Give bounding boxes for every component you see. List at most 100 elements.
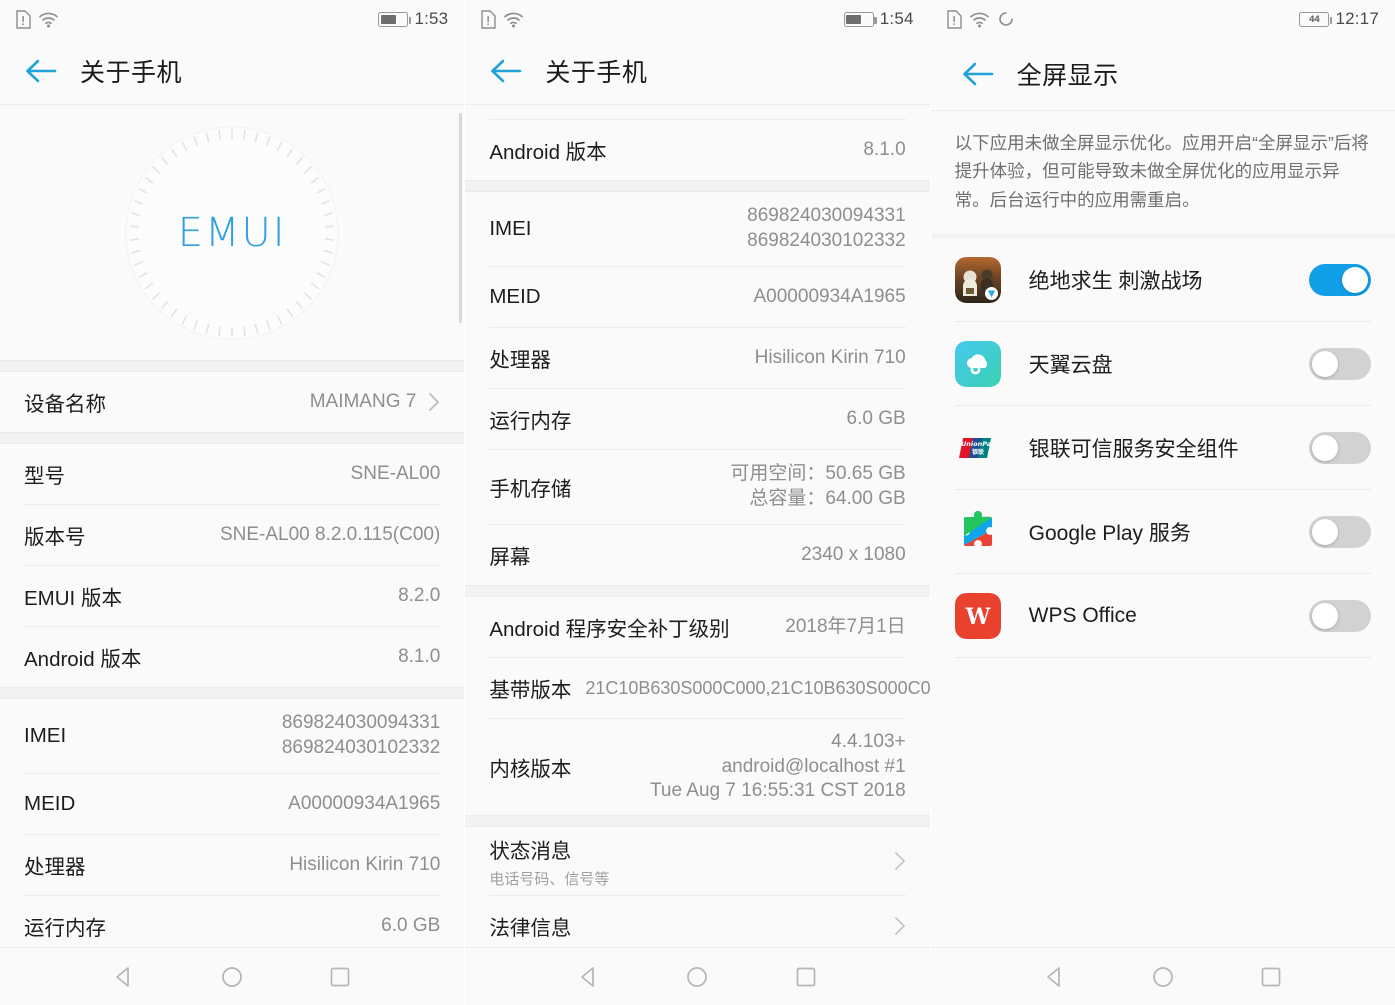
nav-recents-button[interactable] — [793, 964, 819, 990]
table-row[interactable]: 手机存储 可用空间：50.65 GB 总容量：64.00 GB — [465, 450, 930, 524]
row-value: SNE-AL00 — [350, 463, 441, 485]
row-label: IMEI — [24, 724, 67, 747]
chevron-right-icon — [894, 851, 906, 871]
emui-logo: EMUI — [0, 105, 465, 360]
row-value: Hisilicon Kirin 710 — [754, 347, 906, 369]
list-item-label: 天翼云盘 — [1028, 353, 1113, 377]
table-row[interactable]: IMEI 869824030094331 869824030102332 — [0, 699, 465, 773]
nav-home-button[interactable] — [219, 964, 245, 990]
row-label: 法律信息 — [489, 917, 572, 940]
row-label: IMEI — [489, 217, 532, 240]
row-label: 处理器 — [489, 349, 551, 372]
about-phone-list[interactable]: Android 版本 8.1.0 IMEI 869824030094331 86… — [465, 104, 930, 947]
table-row[interactable]: 运行内存 6.0 GB — [0, 896, 465, 947]
fullscreen-toggle[interactable] — [1308, 599, 1371, 632]
navigation-bar — [0, 947, 465, 1005]
table-row[interactable]: 基带版本 21C10B630S000C000,21C10B630S000C000 — [465, 658, 930, 718]
nav-home-button[interactable] — [1150, 964, 1176, 990]
row-label: 手机存储 — [489, 478, 572, 501]
row-value: 4.4.103+ android@localhost #1 Tue Aug 7 … — [650, 730, 906, 802]
svg-text:UnionPay: UnionPay — [961, 440, 996, 448]
row-value: 6.0 GB — [846, 408, 906, 430]
row-value: 6.0 GB — [381, 915, 441, 937]
list-item[interactable]: 天翼云盘 — [930, 322, 1395, 406]
row-label: Android 版本 — [489, 141, 607, 164]
row-label: 版本号 — [24, 526, 86, 549]
row-value: Hisilicon Kirin 710 — [289, 854, 441, 876]
table-row[interactable]: 内核版本 4.4.103+ android@localhost #1 Tue A… — [465, 719, 930, 815]
fullscreen-toggle[interactable] — [1308, 263, 1371, 296]
table-row[interactable]: 运行内存 6.0 GB — [465, 389, 930, 449]
table-row[interactable]: Android 版本 8.1.0 — [465, 120, 930, 180]
sim-alert-icon — [481, 9, 497, 29]
battery-icon — [843, 11, 877, 27]
about-phone-list[interactable]: EMUI 设备名称 MAIMANG 7 型号 SNE-AL00 版本号 SNE-… — [0, 104, 465, 947]
nav-recents-button[interactable] — [1258, 964, 1284, 990]
status-bar-right: 44 12:17 — [1299, 9, 1379, 29]
list-item-label: Google Play 服务 — [1028, 521, 1191, 545]
table-row[interactable]: MEID A00000934A1965 — [465, 267, 930, 327]
table-row[interactable]: 设备名称 MAIMANG 7 — [0, 372, 465, 432]
nav-back-button[interactable] — [576, 964, 602, 990]
status-bar-clock: 1:54 — [879, 9, 914, 28]
table-row[interactable]: 处理器 Hisilicon Kirin 710 — [465, 328, 930, 388]
scrollbar[interactable] — [459, 113, 463, 323]
row-value: 8.2.0 — [398, 585, 441, 607]
sim-alert-icon — [16, 9, 31, 29]
battery-icon: 44 — [1299, 11, 1333, 27]
table-row[interactable]: Android 程序安全补丁级别 2018年7月1日 — [465, 597, 930, 657]
list-item[interactable]: Google Play 服务 — [930, 490, 1395, 574]
row-value: 可用空间：50.65 GB 总容量：64.00 GB — [730, 463, 906, 509]
table-row[interactable]: 法律信息 — [465, 896, 930, 947]
back-arrow-icon[interactable] — [961, 61, 995, 87]
table-row[interactable]: 状态消息 电话号码、信号等 — [465, 827, 930, 895]
status-bar-right: 1:54 — [843, 9, 914, 29]
row-label: 设备名称 — [24, 393, 106, 416]
description-text: 以下应用未做全屏显示优化。应用开启“全屏显示”后将提升体验，但可能导致未做全屏优… — [930, 111, 1395, 235]
nav-back-button[interactable] — [1042, 964, 1068, 990]
table-row[interactable]: 型号 SNE-AL00 — [0, 444, 465, 504]
fullscreen-toggle[interactable] — [1308, 431, 1371, 464]
back-arrow-icon[interactable] — [489, 58, 523, 84]
title-bar: 关于手机 — [465, 38, 930, 104]
nav-back-button[interactable] — [111, 964, 137, 990]
list-item[interactable]: UnionPay 银联 银联可信服务安全组件 — [930, 406, 1395, 490]
status-bar-clock: 1:53 — [414, 9, 449, 28]
row-label: 内核版本 — [489, 758, 572, 781]
table-row[interactable]: 屏幕 2340 x 1080 — [465, 525, 930, 585]
fullscreen-toggle[interactable] — [1308, 347, 1371, 380]
section-gap — [0, 432, 465, 444]
table-row[interactable]: Android 版本 8.1.0 — [0, 627, 465, 687]
row-value: 21C10B630S000C000,21C10B630S000C000 — [585, 677, 930, 698]
title-bar: 关于手机 — [0, 38, 465, 104]
page-title: 全屏显示 — [1016, 62, 1119, 90]
row-label: 状态消息 — [489, 839, 572, 863]
status-bar-right: 1:53 — [378, 9, 448, 29]
table-row[interactable]: IMEI 869824030094331 869824030102332 — [465, 192, 930, 266]
chevron-right-icon — [894, 916, 906, 936]
status-bar-clock: 12:17 — [1335, 9, 1379, 28]
table-row[interactable]: 处理器 Hisilicon Kirin 710 — [0, 835, 465, 895]
status-bar-left-icons — [16, 9, 59, 29]
table-row[interactable]: 版本号 SNE-AL00 8.2.0.115(C00) — [0, 505, 465, 565]
table-row[interactable]: EMUI 版本 8.2.0 — [0, 566, 465, 626]
back-arrow-icon[interactable] — [24, 58, 58, 84]
row-value: A00000934A1965 — [753, 286, 906, 308]
list-item[interactable]: W WPS Office — [930, 574, 1395, 658]
section-gap — [465, 585, 930, 597]
row-label: 处理器 — [24, 856, 86, 879]
nav-recents-button[interactable] — [327, 964, 353, 990]
list-item-label: WPS Office — [1028, 603, 1137, 627]
list-item[interactable]: 绝地求生 刺激战场 — [930, 238, 1395, 322]
nav-home-button[interactable] — [684, 964, 710, 990]
section-gap — [465, 815, 930, 827]
row-label: 运行内存 — [24, 917, 106, 940]
table-row[interactable]: MEID A00000934A1965 — [0, 774, 465, 834]
unionpay-icon: UnionPay 银联 — [954, 424, 1001, 471]
fullscreen-toggle[interactable] — [1308, 515, 1371, 548]
section-gap — [0, 360, 465, 372]
screen-about-phone-top: 1:53 关于手机 EMUI 设备名称 MAIMANG 7 型号 SNE-AL0… — [0, 0, 465, 1005]
fullscreen-app-list[interactable]: 以下应用未做全屏显示优化。应用开启“全屏显示”后将提升体验，但可能导致未做全屏优… — [930, 110, 1395, 947]
divider — [954, 657, 1371, 659]
row-text-block: 状态消息 电话号码、信号等 — [489, 834, 609, 889]
